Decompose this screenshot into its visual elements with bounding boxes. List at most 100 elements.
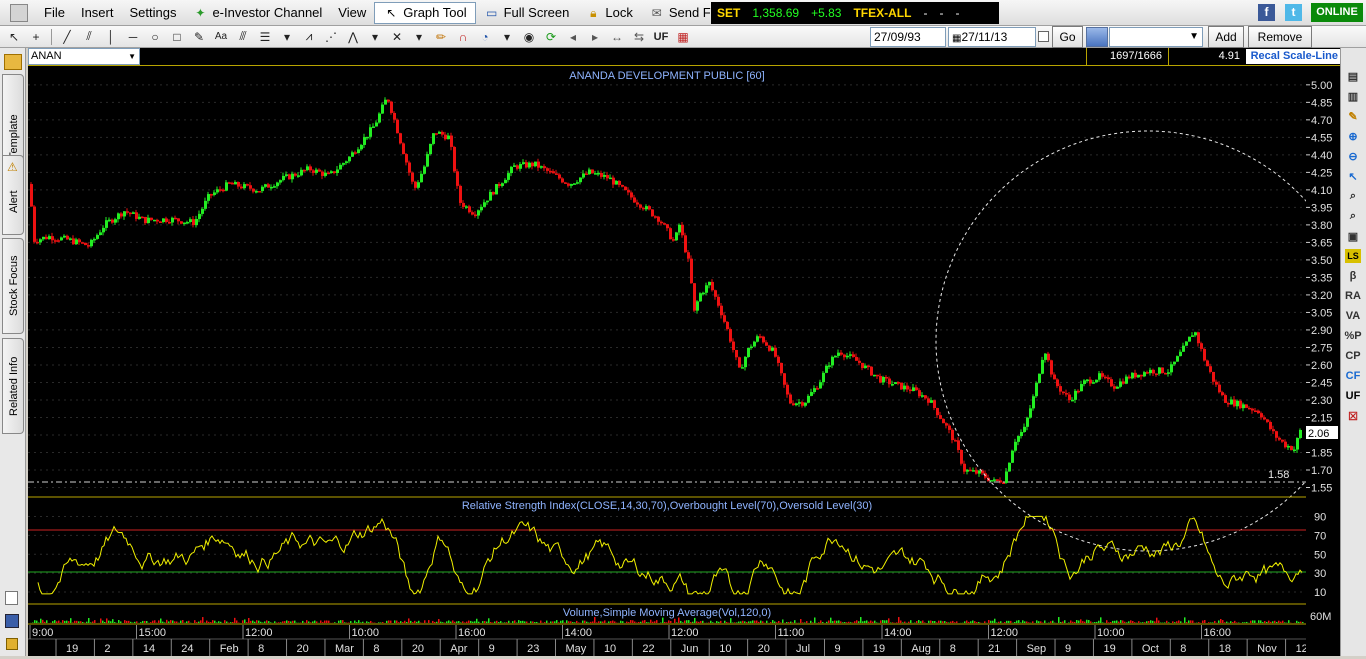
ls-icon[interactable]: LS <box>1345 249 1361 263</box>
scroll-right-icon[interactable]: ▸ <box>585 28 605 46</box>
menu-insert[interactable]: Insert <box>73 2 122 24</box>
template-select[interactable]: ▼ <box>1109 27 1203 47</box>
lock-small-icon[interactable] <box>6 638 18 650</box>
volume-bar <box>994 619 996 623</box>
magnet-tool-icon[interactable]: ∩ <box>453 28 473 46</box>
horizontal-line-tool-icon[interactable]: ─ <box>123 28 143 46</box>
chart-list-icon[interactable]: ▥ <box>1341 86 1365 106</box>
pencil-tool-icon[interactable]: ✏ <box>431 28 451 46</box>
wave-tool-icon[interactable]: ⋀ <box>343 28 363 46</box>
refresh-icon[interactable]: ⟳ <box>541 28 561 46</box>
date-to-checkbox[interactable] <box>1038 31 1049 42</box>
layout-icon[interactable]: ▣ <box>1341 226 1365 246</box>
close-panel-icon[interactable]: ☒ <box>1341 406 1365 426</box>
ellipse-tool-icon[interactable]: ○ <box>145 28 165 46</box>
volume-bar <box>1068 622 1070 623</box>
candle-body <box>741 367 744 369</box>
volume-bar <box>1112 621 1114 623</box>
text-tool-icon[interactable]: Aa <box>211 28 231 46</box>
symbol-input[interactable]: ANAN ▼ <box>28 48 140 65</box>
wave-dropdown-icon[interactable]: ▾ <box>365 28 385 46</box>
scale-mode-label[interactable]: Recal Scale-Line <box>1246 49 1340 64</box>
cf-icon[interactable]: CF <box>1341 366 1365 386</box>
go-button[interactable]: Go <box>1052 26 1083 48</box>
cp-icon[interactable]: CP <box>1341 346 1365 366</box>
menu-graph-tool[interactable]: ↖ Graph Tool <box>374 2 475 24</box>
channel-tool-icon[interactable]: ⋰ <box>321 28 341 46</box>
va-icon[interactable]: VA <box>1341 306 1365 326</box>
line-style-icon[interactable]: ☰ <box>255 28 275 46</box>
pointer-tool-icon[interactable]: ↖ <box>4 28 24 46</box>
volume-bar <box>512 621 514 623</box>
cursor-mode-icon[interactable]: ↖ <box>1341 166 1365 186</box>
volume-bar <box>688 620 690 623</box>
chart-area[interactable]: 1.58 ANANDA DEVELOPMENT PUBLIC [60] Rela… <box>28 66 1306 656</box>
facebook-icon[interactable]: f <box>1258 4 1275 21</box>
volume-bar <box>866 620 868 623</box>
trendline-tool-icon[interactable]: ╱ <box>57 28 77 46</box>
uf-button[interactable]: UF <box>651 28 671 46</box>
ra-icon[interactable]: RA <box>1341 286 1365 306</box>
gann-fan-tool-icon[interactable]: ⩘ <box>299 28 319 46</box>
candle-body <box>612 178 615 185</box>
chart-type-icon[interactable] <box>1086 27 1108 47</box>
edit-chart-icon[interactable]: ✎ <box>1341 106 1365 126</box>
menu-view[interactable]: View <box>330 2 374 24</box>
line-style-dropdown-icon[interactable]: ▾ <box>277 28 297 46</box>
new-document-icon[interactable] <box>5 591 18 605</box>
volume-bar <box>334 622 336 623</box>
menu-e-investor-channel[interactable]: ✦ e-Investor Channel <box>184 2 330 24</box>
magnify-in-icon[interactable]: ⌕ <box>1341 186 1365 206</box>
date-from-field[interactable]: 27/09/93 <box>870 27 946 47</box>
vertical-line-tool-icon[interactable]: │ <box>101 28 121 46</box>
side-tab-related-info[interactable]: Related Info <box>2 338 24 434</box>
candle-body <box>270 187 273 189</box>
expand-icon[interactable]: ↔ <box>607 28 627 46</box>
palette-icon[interactable]: ◉ <box>519 28 539 46</box>
volume-bar <box>842 622 844 623</box>
fibonacci-tool-icon[interactable]: ⫻ <box>233 28 253 46</box>
scroll-left-icon[interactable]: ◂ <box>563 28 583 46</box>
side-tab-alert[interactable]: ⚠ Alert <box>2 155 24 235</box>
volume-bar <box>534 622 536 623</box>
beta-icon[interactable]: β <box>1341 266 1365 286</box>
menu-lock[interactable]: 🔒︎ Lock <box>577 2 640 24</box>
zoom-out-icon[interactable]: ⊖ <box>1341 146 1365 166</box>
calendar-icon[interactable]: ▦ <box>673 28 693 46</box>
side-tab-stock-focus[interactable]: Stock Focus <box>2 238 24 334</box>
menu-full-screen[interactable]: ▭ Full Screen <box>476 2 578 24</box>
annotate-tool-icon[interactable]: ✎ <box>189 28 209 46</box>
delete-dropdown-icon[interactable]: ▾ <box>409 28 429 46</box>
volume-bar <box>1264 621 1266 623</box>
period-selector-icon[interactable]: ◔ <box>475 28 495 46</box>
candle-body <box>690 259 693 284</box>
rsi-tick-label: 10 <box>1314 587 1326 599</box>
candle-body <box>411 173 414 182</box>
delete-drawing-icon[interactable]: ✕ <box>387 28 407 46</box>
percent-p-icon[interactable]: %P <box>1341 326 1365 346</box>
remove-button[interactable]: Remove <box>1248 26 1312 48</box>
folder-icon[interactable] <box>4 54 22 70</box>
menu-settings[interactable]: Settings <box>121 2 184 24</box>
candle-body <box>348 157 351 162</box>
price-tick-label: 4.40 <box>1311 150 1332 162</box>
volume-bar <box>836 621 838 623</box>
chart-svg[interactable]: 1.58 ANANDA DEVELOPMENT PUBLIC [60] Rela… <box>28 66 1306 656</box>
add-button[interactable]: Add <box>1208 26 1244 48</box>
volume-bar <box>530 621 532 623</box>
volume-bar <box>1282 621 1284 623</box>
rectangle-tool-icon[interactable]: □ <box>167 28 187 46</box>
menu-file[interactable]: File <box>36 2 73 24</box>
period-dropdown-icon[interactable]: ▾ <box>497 28 517 46</box>
save-icon[interactable] <box>5 614 19 628</box>
date-to-field[interactable]: ▦27/11/13 <box>948 27 1036 47</box>
compress-icon[interactable]: ⇆ <box>629 28 649 46</box>
magnify-out-icon[interactable]: ⌕ <box>1341 206 1365 226</box>
zoom-in-icon[interactable]: ⊕ <box>1341 126 1365 146</box>
volume-bar <box>82 622 84 623</box>
parallel-line-tool-icon[interactable]: ⫽ <box>79 28 99 46</box>
indicator-icon[interactable]: ▤ <box>1341 66 1365 86</box>
uf-icon[interactable]: UF <box>1341 386 1365 406</box>
twitter-icon[interactable]: t <box>1285 4 1302 21</box>
crosshair-tool-icon[interactable]: + <box>26 28 46 46</box>
